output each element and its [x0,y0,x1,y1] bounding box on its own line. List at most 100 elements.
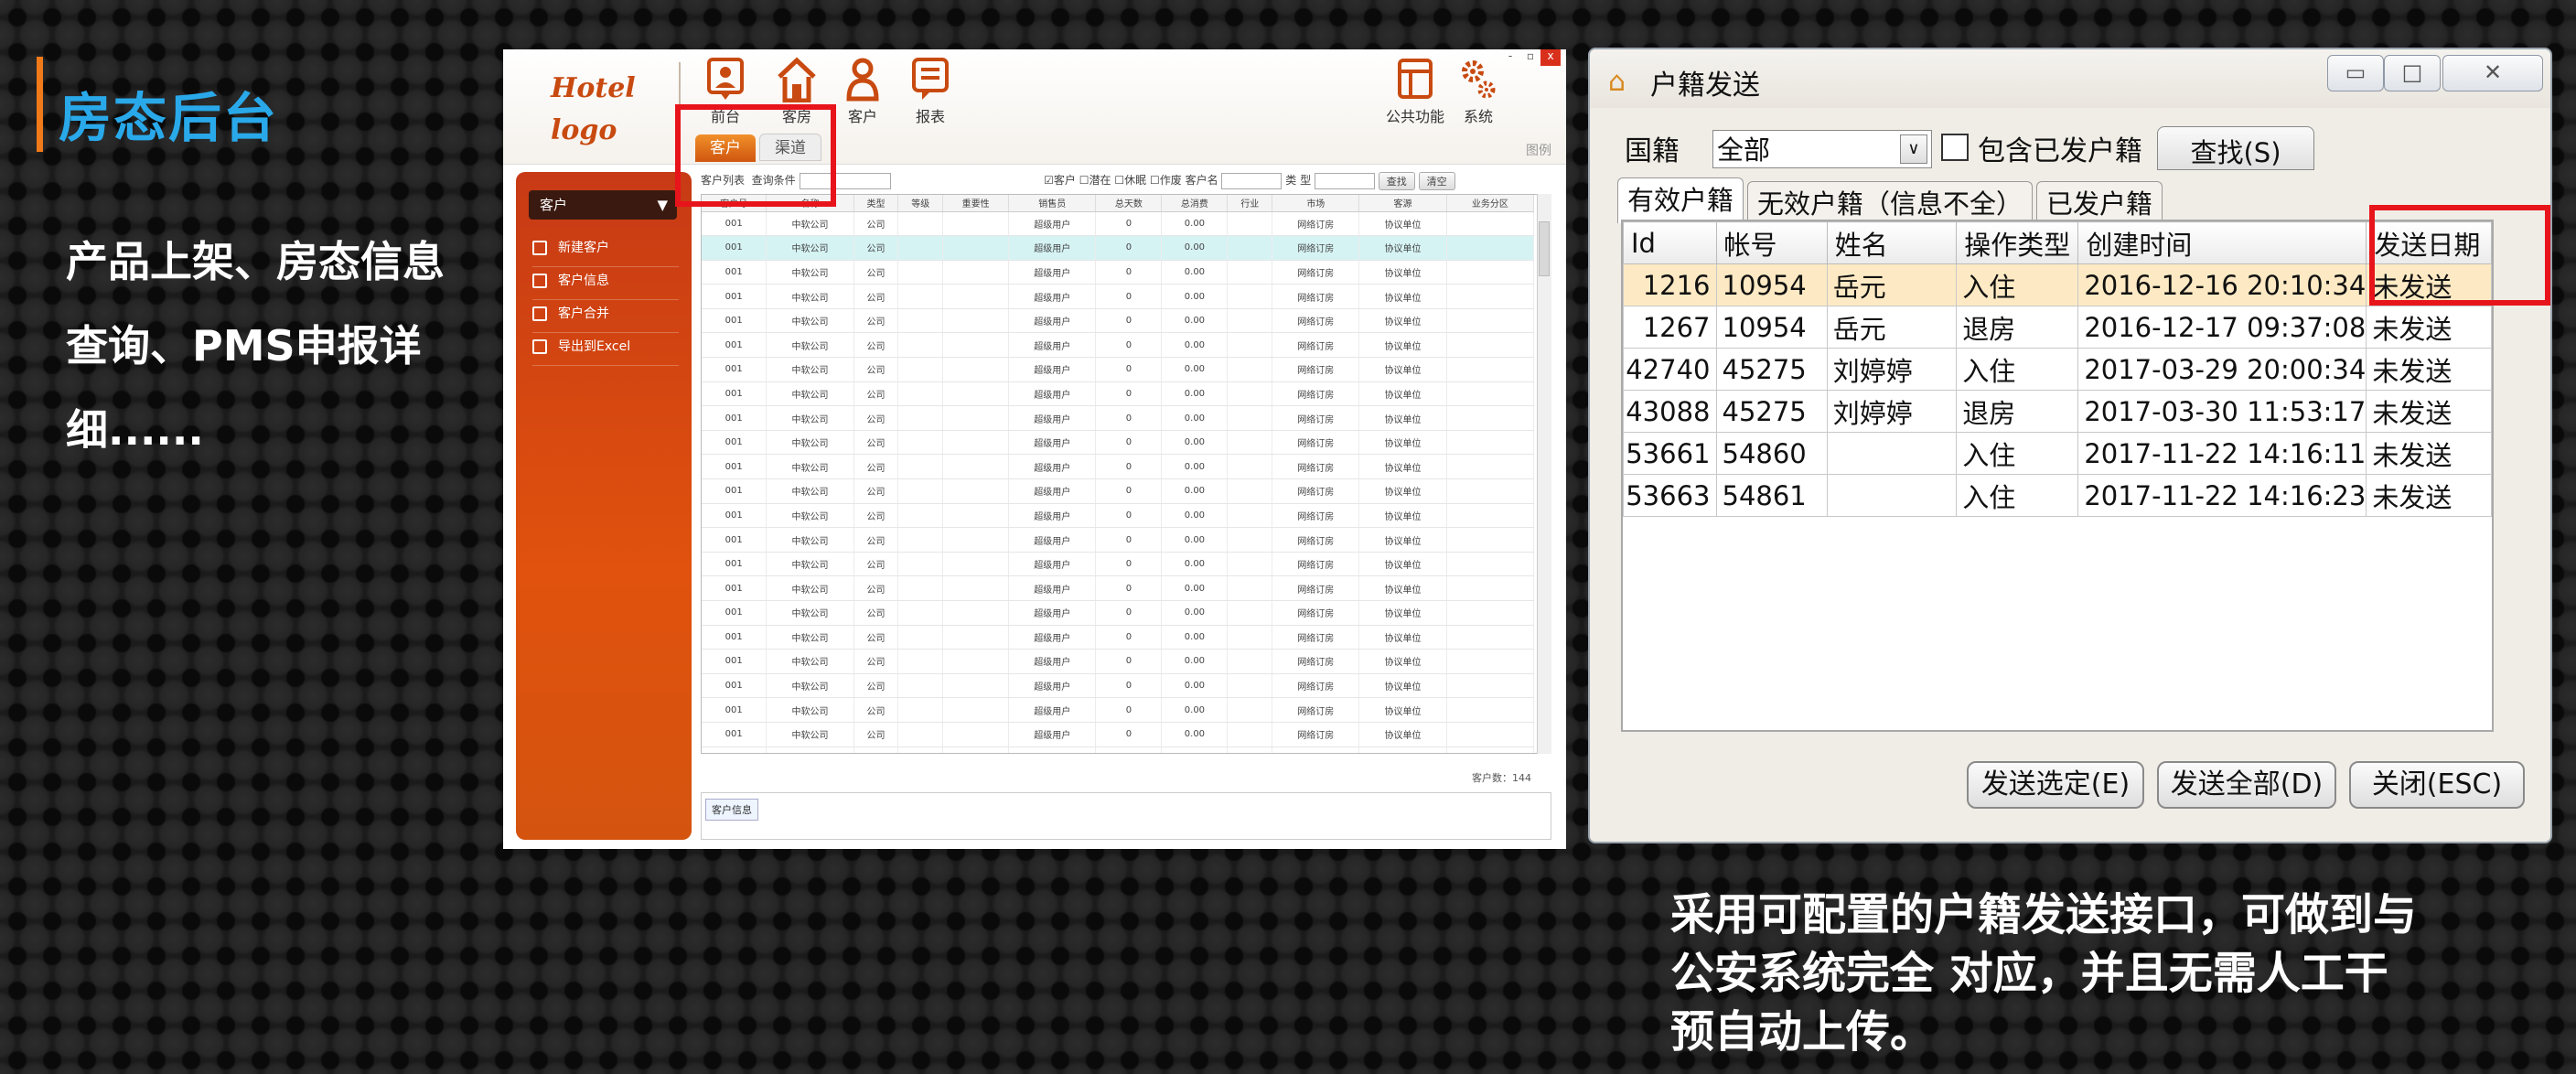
table-row[interactable]: 1267 10954 岳元 退房 2016-12-17 09:37:08 未发送 [1623,306,2492,349]
tab-customer-info[interactable]: 客户信息 [705,799,758,821]
column-header[interactable]: 市场 [1272,195,1360,212]
check-dormant[interactable]: ☐休眠 [1114,174,1146,187]
column-header[interactable]: 总天数 [1095,195,1163,212]
send-all-button[interactable]: 发送全部(D) [2157,761,2336,809]
table-cell: 001 [702,235,767,261]
nationality-select[interactable]: 全部 ∨ [1712,130,1932,168]
table-row[interactable]: 001中软公司公司 超级用户00.00 网络订房协议单位 [702,308,1535,334]
table-row[interactable]: 53663 54861 入住 2017-11-22 14:16:23 未发送 [1623,474,2492,517]
table-row[interactable]: 001中软公司公司 超级用户00.00 网络订房协议单位 [702,746,1535,753]
table-row[interactable]: 001中软公司公司 超级用户00.00 网络订房协议单位 [702,284,1535,309]
check-potential[interactable]: ☐潜在 [1079,174,1111,187]
column-header[interactable]: 业务分区 [1446,195,1535,212]
nav-reports[interactable]: 报表 [898,57,962,126]
table-row[interactable]: 53661 54860 入住 2017-11-22 14:16:11 未发送 [1623,432,2492,475]
table-row[interactable]: 001中软公司公司 超级用户00.00 网络订房协议单位 [702,527,1535,553]
close-dialog-button[interactable]: 关闭(ESC) [2349,761,2525,809]
column-header[interactable]: 客源 [1358,195,1447,212]
table-cell: 超级用户 [1008,235,1097,261]
column-header[interactable]: 重要性 [942,195,1010,212]
nav-system[interactable]: 系统 [1451,57,1506,126]
table-row[interactable]: 001中软公司公司 超级用户00.00 网络订房协议单位 [702,332,1535,359]
sidebar-select[interactable]: 客户 ▼ [529,190,677,220]
table-cell: 001 [702,649,767,674]
sidebar-item-export[interactable]: 导出到Excel [532,333,679,366]
tab-sent[interactable]: 已发户籍 [2036,181,2163,223]
find-button[interactable]: 查找(S) [2157,126,2314,170]
table-row[interactable]: 001中软公司公司 超级用户00.00 网络订房协议单位 [702,260,1535,285]
table-cell: 0 [1095,697,1163,723]
type-select[interactable] [1314,172,1375,189]
column-header[interactable]: 创建时间 [2077,221,2367,264]
table-cell: 协议单位 [1358,478,1447,504]
send-selected-button[interactable]: 发送选定(E) [1967,761,2144,809]
table-row[interactable]: 001中软公司公司 超级用户00.00 网络订房协议单位 [702,600,1535,626]
table-cell [897,527,944,553]
nav-label: 公共功能 [1385,108,1444,125]
search-button[interactable]: 查找 [1378,171,1415,190]
highlight-box [2369,205,2550,306]
nav-public-functions[interactable]: 公共功能 [1374,57,1456,126]
table-row[interactable]: 42740 45275 刘婷婷 入住 2017-03-29 20:00:34 未发送 [1623,348,2492,391]
name-input[interactable] [1221,172,1283,189]
check-customer[interactable]: ☑客户 [1044,174,1076,187]
table-cell: 0.00 [1161,430,1229,456]
table-cell: 0 [1095,332,1163,359]
table-row[interactable]: 001中软公司公司 超级用户00.00 网络订房协议单位 [702,649,1535,674]
table-row[interactable]: 001中软公司公司 超级用户00.00 网络订房协议单位 [702,381,1535,407]
table-row[interactable]: 001中软公司公司 超级用户00.00 网络订房协议单位 [702,503,1535,529]
table-row[interactable]: 1216 10954 岳元 入住 2016-12-16 20:10:34 未发送 [1623,263,2492,306]
table-row[interactable]: 43088 45275 刘婷婷 退房 2017-03-30 11:53:17 未发送 [1623,390,2492,433]
close-button[interactable]: x [1540,49,1561,66]
table-row[interactable]: 001中软公司公司 超级用户00.00 网络订房协议单位 [702,552,1535,577]
tab-valid[interactable]: 有效户籍 [1617,177,1744,223]
column-header[interactable]: 等级 [897,195,944,212]
table-row[interactable]: 001中软公司公司 超级用户00.00 网络订房协议单位 [702,430,1535,456]
table-cell: 0 [1095,503,1163,529]
sidebar-item-new-customer[interactable]: 新建客户 [532,234,679,267]
sidebar-item-customer-info[interactable]: 客户信息 [532,267,679,300]
column-header[interactable]: Id [1623,221,1717,264]
table-cell [942,308,1010,334]
column-header[interactable]: 销售员 [1008,195,1097,212]
table-row[interactable]: 001中软公司公司 超级用户00.00 网络订房协议单位 [702,405,1535,431]
table-cell [942,211,1010,237]
minimize-button[interactable]: - [1500,49,1520,66]
tab-invalid[interactable]: 无效户籍（信息不全） [1747,181,2034,223]
table-row[interactable]: 001中软公司公司 超级用户00.00 网络订房协议单位 [702,625,1535,650]
table-row[interactable]: 001中软公司公司 超级用户00.00 网络订房协议单位 [702,722,1535,747]
table-row[interactable]: 001中软公司公司 超级用户00.00 网络订房协议单位 [702,454,1535,480]
table-row[interactable]: 001中软公司公司 超级用户00.00 网络订房协议单位 [702,575,1535,601]
table-row[interactable]: 001中软公司公司 超级用户00.00 网络订房协议单位 [702,211,1535,237]
column-header[interactable]: 总消费 [1161,195,1229,212]
table-cell: 公司 [853,478,899,504]
sidebar-item-merge[interactable]: 客户合并 [532,300,679,333]
table-row[interactable]: 001中软公司公司 超级用户00.00 网络订房协议单位 [702,478,1535,504]
table-row[interactable]: 001中软公司公司 超级用户00.00 网络订房协议单位 [702,235,1535,261]
table-cell [1446,746,1535,753]
table-cell: 网络订房 [1272,211,1360,237]
include-sent-checkbox[interactable] [1941,134,1969,161]
minimize-button[interactable]: ▭ [2327,55,2384,91]
check-void[interactable]: ☐作废 [1150,174,1182,187]
table-row[interactable]: 001中软公司公司 超级用户00.00 网络订房协议单位 [702,357,1535,382]
maximize-button[interactable]: □ [2384,55,2441,91]
column-header[interactable]: 操作类型 [1956,221,2079,264]
maximize-button[interactable]: ▫ [1520,49,1540,66]
column-header[interactable]: 类型 [853,195,899,212]
table-cell [1227,527,1273,553]
column-header[interactable]: 行业 [1227,195,1273,212]
legend-link[interactable]: 图例 [1526,141,1551,159]
column-header[interactable]: 姓名 [1826,221,1958,264]
table-cell: 网络订房 [1272,430,1360,456]
left-description: 产品上架、房态信息 查询、PMS申报详 细...... [66,220,496,472]
table-row[interactable]: 001中软公司公司 超级用户00.00 网络订房协议单位 [702,673,1535,699]
column-header[interactable]: 帐号 [1715,221,1828,264]
clear-button[interactable]: 清空 [1418,171,1455,190]
table-cell [897,430,944,456]
table-row[interactable]: 001中软公司公司 超级用户00.00 网络订房协议单位 [702,697,1535,723]
close-button[interactable]: ✕ [2442,55,2543,91]
scrollbar[interactable] [1537,194,1551,754]
scrollbar-thumb[interactable] [1539,221,1550,276]
nav-customers[interactable]: 客户 [831,57,895,126]
